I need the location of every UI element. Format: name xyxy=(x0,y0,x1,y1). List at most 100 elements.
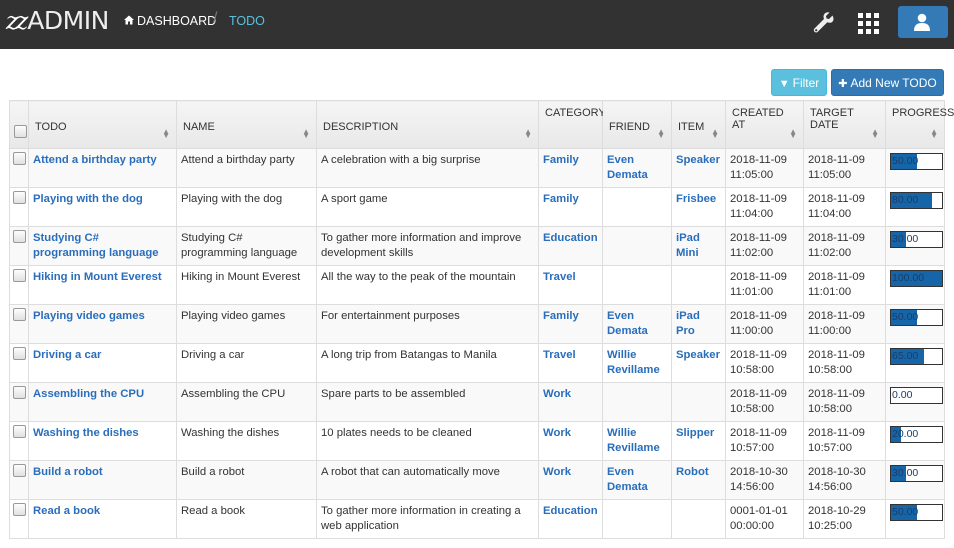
breadcrumb-dashboard[interactable]: DASHBOARD xyxy=(124,13,216,29)
header-item[interactable]: ITEM ▲ ▼ xyxy=(671,100,726,149)
item-link[interactable]: iPad Pro xyxy=(676,310,700,337)
created-at-cell: 2018-11-09 10:58:00 xyxy=(725,382,804,422)
todo-link[interactable]: Playing with the dog xyxy=(33,193,143,205)
category-link[interactable]: Work xyxy=(543,388,571,400)
header-target-date[interactable]: TARGET DATE ▲ ▼ xyxy=(803,100,886,149)
todo-cell: Washing the dishes xyxy=(28,421,177,461)
row-select-cell xyxy=(9,187,29,227)
table-row[interactable]: Build a robot Build a robot A robot that c… xyxy=(9,460,945,500)
item-link[interactable]: Speaker xyxy=(676,154,720,166)
row-checkbox[interactable] xyxy=(13,308,26,321)
created-at-cell: 2018-11-09 11:01:00 xyxy=(725,265,804,305)
description-cell: 10 plates needs to be cleaned xyxy=(316,421,539,461)
select-all-checkbox[interactable] xyxy=(14,125,27,138)
table-row[interactable]: Driving a car Driving a car A long trip fr… xyxy=(9,343,945,383)
category-link[interactable]: Travel xyxy=(543,349,576,361)
table-row[interactable]: Assembling the CPU Assembling the CPU Spar… xyxy=(9,382,945,422)
header-friend[interactable]: FRIEND ▲ ▼ xyxy=(602,100,672,149)
filter-button[interactable]: ▼ Filter xyxy=(771,69,827,96)
row-select-cell xyxy=(9,460,29,500)
category-link[interactable]: Family xyxy=(543,193,579,205)
friend-link[interactable]: Even Demata xyxy=(607,310,648,337)
row-checkbox[interactable] xyxy=(13,191,26,204)
header-category[interactable]: CATEGORY xyxy=(538,100,606,149)
created-at-cell: 2018-10-30 14:56:00 xyxy=(725,460,804,500)
todo-link[interactable]: Playing video games xyxy=(33,310,145,322)
progress-bar: 50.00 xyxy=(890,504,943,521)
table-row[interactable]: Washing the dishes Washing the dishes 10 p… xyxy=(9,421,945,461)
table-row[interactable]: Attend a birthday party Attend a birthday… xyxy=(9,148,945,188)
table-row[interactable]: Playing with the dog Playing with the dog… xyxy=(9,187,945,227)
item-link[interactable]: Frisbee xyxy=(676,193,716,205)
created-at-cell: 2018-11-09 11:04:00 xyxy=(725,187,804,227)
friend-cell: Willie Revillame xyxy=(602,421,672,461)
progress-value: 0.00 xyxy=(892,389,913,401)
category-link[interactable]: Education xyxy=(543,505,598,517)
progress-cell: 30.00 xyxy=(885,226,945,266)
name-cell: Hiking in Mount Everest xyxy=(176,265,317,305)
row-checkbox[interactable] xyxy=(13,503,26,516)
header-description[interactable]: DESCRIPTION ▲ ▼ xyxy=(316,100,539,149)
row-checkbox[interactable] xyxy=(13,269,26,282)
description-cell: All the way to the peak of the mountain xyxy=(316,265,539,305)
row-select-cell xyxy=(9,304,29,344)
row-checkbox[interactable] xyxy=(13,347,26,360)
todo-link[interactable]: Studying C# programming language xyxy=(33,232,159,259)
todo-link[interactable]: Attend a birthday party xyxy=(33,154,157,166)
item-link[interactable]: iPad Mini xyxy=(676,232,700,259)
user-menu-button[interactable] xyxy=(898,6,948,38)
friend-link[interactable]: Even Demata xyxy=(607,466,648,493)
friend-cell xyxy=(602,187,672,227)
header-created-at[interactable]: CREATED AT ▲ ▼ xyxy=(725,100,804,149)
table-row[interactable]: Studying C# programming language Studying… xyxy=(9,226,945,266)
progress-cell: 65.00 xyxy=(885,343,945,383)
created-at-cell: 2018-11-09 11:05:00 xyxy=(725,148,804,188)
header-progress[interactable]: PROGRESS ▲ ▼ xyxy=(885,100,954,149)
item-link[interactable]: Slipper xyxy=(676,427,714,439)
todo-link[interactable]: Read a book xyxy=(33,505,100,517)
todo-link[interactable]: Build a robot xyxy=(33,466,103,478)
name-cell: Studying C# programming language xyxy=(176,226,317,266)
row-checkbox[interactable] xyxy=(13,386,26,399)
friend-link[interactable]: Willie Revillame xyxy=(607,349,660,376)
header-todo[interactable]: TODO ▲ ▼ xyxy=(28,100,177,149)
name-cell: Attend a birthday party xyxy=(176,148,317,188)
progress-bar: 65.00 xyxy=(890,348,943,365)
add-new-todo-button[interactable]: ✚ Add New TODO xyxy=(831,69,944,96)
header-name[interactable]: NAME ▲ ▼ xyxy=(176,100,317,149)
created-at-cell: 0001-01-01 00:00:00 xyxy=(725,499,804,539)
table-row[interactable]: Hiking in Mount Everest Hiking in Mount E… xyxy=(9,265,945,305)
row-checkbox[interactable] xyxy=(13,230,26,243)
todo-link[interactable]: Washing the dishes xyxy=(33,427,139,439)
name-cell: Playing video games xyxy=(176,304,317,344)
friend-link[interactable]: Willie Revillame xyxy=(607,427,660,454)
category-link[interactable]: Work xyxy=(543,427,571,439)
friend-link[interactable]: Even Demata xyxy=(607,154,648,181)
description-cell: To gather more information and improve d… xyxy=(316,226,539,266)
row-checkbox[interactable] xyxy=(13,464,26,477)
progress-bar: 100.00 xyxy=(890,270,943,287)
progress-value: 65.00 xyxy=(892,350,919,362)
row-checkbox[interactable] xyxy=(13,152,26,165)
row-select-cell xyxy=(9,265,29,305)
todo-cell: Studying C# programming language xyxy=(28,226,177,266)
category-link[interactable]: Travel xyxy=(543,271,576,283)
app-logo[interactable]: zzADMIN xyxy=(6,6,109,36)
item-link[interactable]: Robot xyxy=(676,466,709,478)
category-link[interactable]: Family xyxy=(543,154,579,166)
table-row[interactable]: Read a book Read a book To gather more inf… xyxy=(9,499,945,539)
category-link[interactable]: Education xyxy=(543,232,598,244)
table-row[interactable]: Playing video games Playing video games Fo… xyxy=(9,304,945,344)
item-cell: Robot xyxy=(671,460,726,500)
item-link[interactable]: Speaker xyxy=(676,349,720,361)
row-select-cell xyxy=(9,226,29,266)
todo-link[interactable]: Driving a car xyxy=(33,349,101,361)
category-link[interactable]: Work xyxy=(543,466,571,478)
todo-link[interactable]: Assembling the CPU xyxy=(33,388,144,400)
category-link[interactable]: Family xyxy=(543,310,579,322)
grid-icon[interactable] xyxy=(858,13,879,34)
row-checkbox[interactable] xyxy=(13,425,26,438)
target-date-cell: 2018-11-09 11:04:00 xyxy=(803,187,886,227)
todo-link[interactable]: Hiking in Mount Everest xyxy=(33,271,162,283)
wrench-icon[interactable] xyxy=(813,12,835,34)
